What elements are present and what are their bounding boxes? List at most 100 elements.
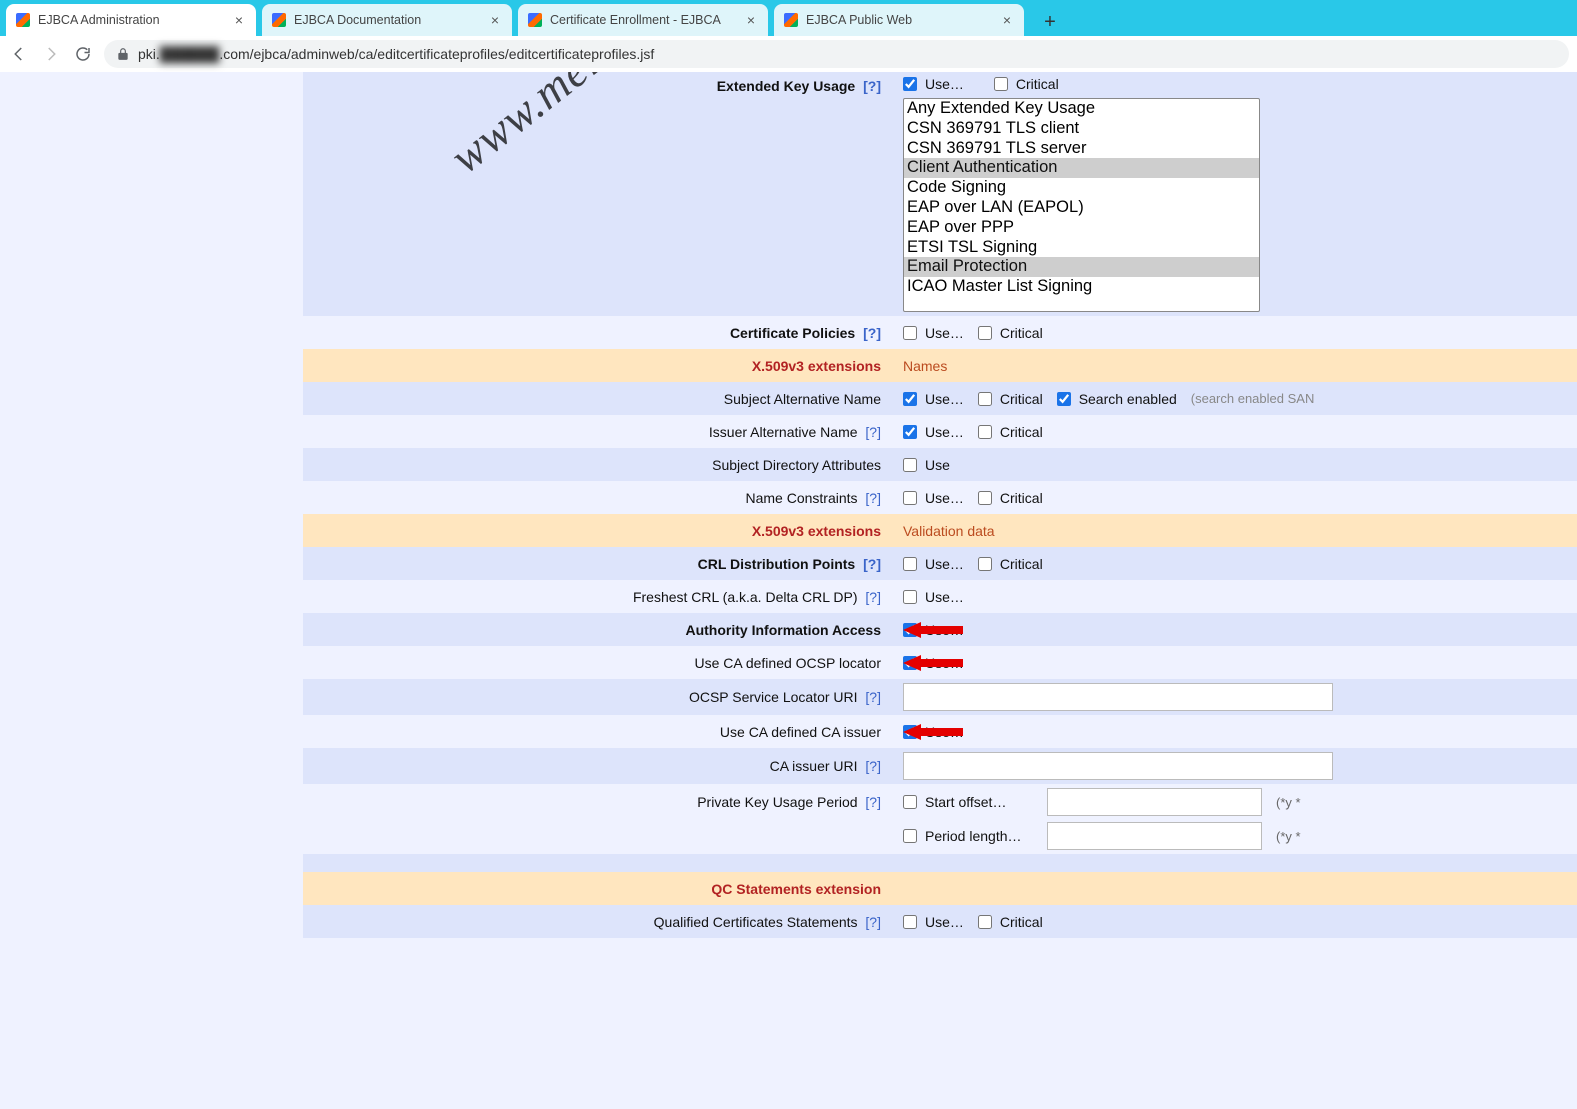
row-nc: Name Constraints [?] Use… Critical — [303, 481, 1577, 514]
period-suffix: (*y * — [1276, 795, 1301, 810]
select-eku-options[interactable]: Any Extended Key Usage CSN 369791 TLS cl… — [903, 98, 1260, 312]
page-content: Extended Key Usage [?] Use… Critical Any… — [0, 72, 1577, 1109]
tab-title: EJBCA Public Web — [806, 13, 994, 27]
forward-button[interactable] — [40, 43, 62, 65]
url-host-prefix: pki. — [138, 46, 160, 62]
checkbox-certpolicies-use[interactable]: Use… — [903, 325, 964, 341]
close-icon[interactable]: × — [1000, 13, 1014, 27]
row-ca-issuer-uri: CA issuer URI [?] — [303, 748, 1577, 784]
help-link[interactable]: [?] — [865, 589, 881, 605]
checkbox-crldp-critical[interactable]: Critical — [978, 556, 1043, 572]
browser-toolbar: pki. ██████ .com/ejbca/adminweb/ca/editc… — [0, 36, 1577, 73]
checkbox-crldp-use[interactable]: Use… — [903, 556, 964, 572]
browser-tab-1[interactable]: EJBCA Documentation × — [262, 4, 512, 36]
new-tab-button[interactable]: + — [1036, 8, 1064, 36]
checkbox-sda-use[interactable]: Use — [903, 457, 950, 473]
reload-button[interactable] — [72, 43, 94, 65]
checkbox-eku-use[interactable]: Use… — [903, 76, 964, 92]
section-names: X.509v3 extensions Names — [303, 349, 1577, 382]
checkbox-nc-use[interactable]: Use… — [903, 490, 964, 506]
label-ca-issuer-uri: CA issuer URI [?] — [303, 752, 891, 780]
label-crldp: CRL Distribution Points [?] — [303, 550, 891, 578]
checkbox-start-offset[interactable]: Start offset… — [903, 794, 1033, 810]
url-host-blurred: ██████ — [160, 46, 220, 62]
label-ca-issuer: Use CA defined CA issuer — [303, 718, 891, 746]
checkbox-san-critical[interactable]: Critical — [978, 391, 1043, 407]
row-freshest: Freshest CRL (a.k.a. Delta CRL DP) [?] U… — [303, 580, 1577, 613]
row-san: Subject Alternative Name Use… Critical S… — [303, 382, 1577, 415]
arrow-right-icon — [42, 45, 60, 63]
close-icon[interactable]: × — [744, 13, 758, 27]
help-link[interactable]: [?] — [865, 490, 881, 506]
label-ian: Issuer Alternative Name [?] — [303, 418, 891, 446]
browser-tab-2[interactable]: Certificate Enrollment - EJBCA × — [518, 4, 768, 36]
tab-title: EJBCA Administration — [38, 13, 226, 27]
help-link[interactable]: [?] — [865, 424, 881, 440]
row-ca-issuer: Use CA defined CA issuer Use… — [303, 715, 1577, 748]
favicon-icon — [272, 13, 286, 27]
checkbox-ian-use[interactable]: Use… — [903, 424, 964, 440]
section-title: Validation data — [891, 519, 1577, 543]
checkbox-ocsp-loc-use[interactable]: Use… — [903, 655, 964, 671]
spacer-row — [303, 854, 1577, 872]
help-link[interactable]: [?] — [863, 325, 881, 341]
input-period-length[interactable] — [1047, 822, 1262, 850]
checkbox-period-length[interactable]: Period length… — [903, 828, 1033, 844]
row-certificate-policies: Certificate Policies [?] Use… Critical — [303, 316, 1577, 349]
checkbox-san-use[interactable]: Use… — [903, 391, 964, 407]
checkbox-qcs-use[interactable]: Use… — [903, 914, 964, 930]
browser-tab-0[interactable]: EJBCA Administration × — [6, 4, 256, 36]
input-ocsp-uri[interactable] — [903, 683, 1333, 711]
checkbox-freshest-use[interactable]: Use… — [903, 589, 964, 605]
back-button[interactable] — [8, 43, 30, 65]
row-crldp: CRL Distribution Points [?] Use… Critica… — [303, 547, 1577, 580]
help-link[interactable]: [?] — [865, 758, 881, 774]
help-link[interactable]: [?] — [865, 914, 881, 930]
help-link[interactable]: [?] — [865, 794, 881, 810]
input-ca-issuer-uri[interactable] — [903, 752, 1333, 780]
checkbox-certpolicies-critical[interactable]: Critical — [978, 325, 1043, 341]
tab-strip: EJBCA Administration × EJBCA Documentati… — [0, 0, 1577, 36]
checkbox-aia-use[interactable]: Use… — [903, 622, 964, 638]
label-cert-policies: Certificate Policies [?] — [303, 319, 891, 347]
label-sda: Subject Directory Attributes — [303, 451, 891, 479]
close-icon[interactable]: × — [232, 13, 246, 27]
label-aia: Authority Information Access — [303, 616, 891, 644]
arrow-left-icon — [10, 45, 28, 63]
url-path: .com/ejbca/adminweb/ca/editcertificatepr… — [219, 46, 654, 62]
checkbox-ca-issuer-use[interactable]: Use… — [903, 724, 964, 740]
row-extended-key-usage: Extended Key Usage [?] Use… Critical Any… — [303, 72, 1577, 316]
help-link[interactable]: [?] — [863, 556, 881, 572]
browser-tab-3[interactable]: EJBCA Public Web × — [774, 4, 1024, 36]
checkbox-san-search[interactable]: Search enabled — [1057, 391, 1177, 407]
row-ian: Issuer Alternative Name [?] Use… Critica… — [303, 415, 1577, 448]
label-san: Subject Alternative Name — [303, 385, 891, 413]
section-label: X.509v3 extensions — [303, 517, 891, 545]
label-nc: Name Constraints [?] — [303, 484, 891, 512]
address-bar[interactable]: pki. ██████ .com/ejbca/adminweb/ca/editc… — [104, 40, 1569, 68]
label-eku: Extended Key Usage [?] — [303, 72, 891, 100]
checkbox-ian-critical[interactable]: Critical — [978, 424, 1043, 440]
san-search-hint: (search enabled SAN — [1191, 391, 1315, 406]
section-label: X.509v3 extensions — [303, 352, 891, 380]
row-sda: Subject Directory Attributes Use — [303, 448, 1577, 481]
tab-title: EJBCA Documentation — [294, 13, 482, 27]
reload-icon — [74, 45, 92, 63]
help-link[interactable]: [?] — [865, 689, 881, 705]
label-qcs: Qualified Certificates Statements [?] — [303, 908, 891, 936]
input-start-offset[interactable] — [1047, 788, 1262, 816]
row-ocsp-uri: OCSP Service Locator URI [?] — [303, 679, 1577, 715]
label-ocsp-uri: OCSP Service Locator URI [?] — [303, 683, 891, 711]
checkbox-eku-critical[interactable]: Critical — [994, 76, 1059, 92]
checkbox-nc-critical[interactable]: Critical — [978, 490, 1043, 506]
section-validation: X.509v3 extensions Validation data — [303, 514, 1577, 547]
checkbox-qcs-critical[interactable]: Critical — [978, 914, 1043, 930]
row-aia: Authority Information Access Use… — [303, 613, 1577, 646]
help-link[interactable]: [?] — [863, 78, 881, 94]
label-freshest: Freshest CRL (a.k.a. Delta CRL DP) [?] — [303, 583, 891, 611]
row-qcs: Qualified Certificates Statements [?] Us… — [303, 905, 1577, 938]
period-suffix: (*y * — [1276, 829, 1301, 844]
close-icon[interactable]: × — [488, 13, 502, 27]
row-pkup: Private Key Usage Period [?] Start offse… — [303, 784, 1577, 854]
section-qc: QC Statements extension — [303, 872, 1577, 905]
